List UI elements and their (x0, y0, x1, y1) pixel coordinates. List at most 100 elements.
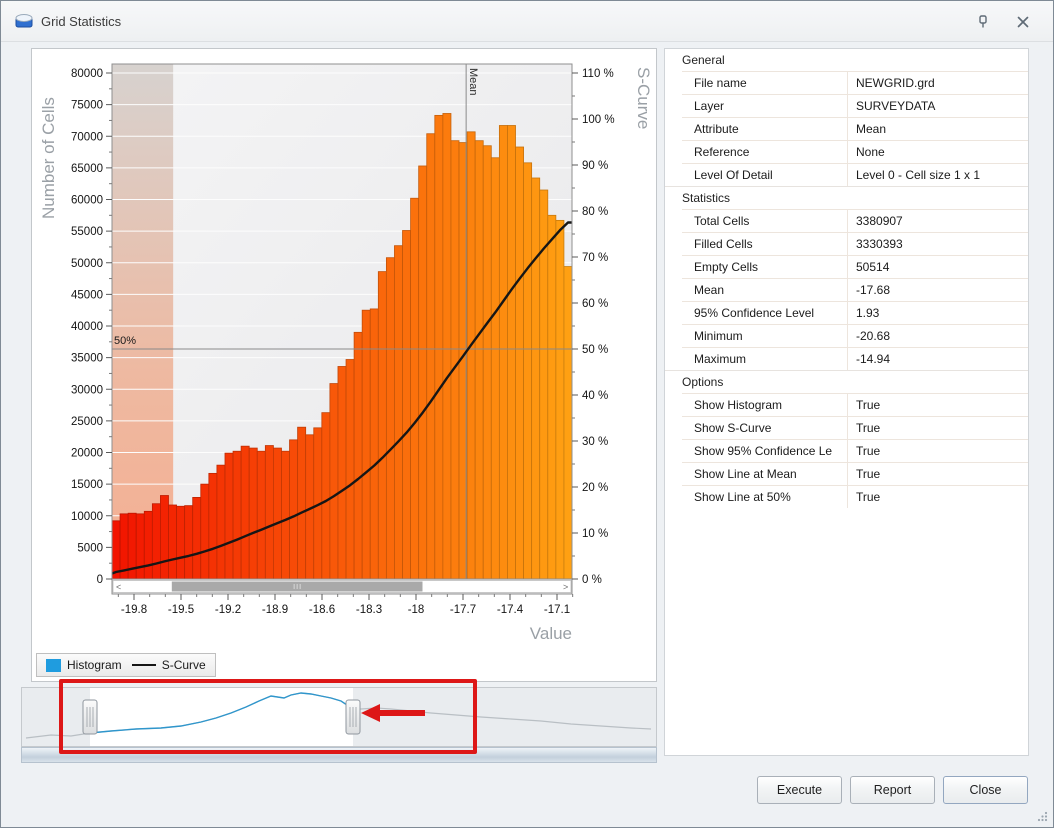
report-button[interactable]: Report (850, 776, 935, 804)
histogram-bar[interactable] (418, 165, 428, 580)
property-row[interactable]: 95% Confidence Level 1.93 (665, 301, 1028, 324)
scroll-right-arrow-icon[interactable]: > (563, 582, 568, 592)
property-value[interactable]: Mean (847, 118, 1028, 140)
navigator-right-handle[interactable] (345, 699, 361, 735)
title-bar[interactable]: Grid Statistics (1, 1, 1053, 42)
histogram-bar[interactable] (143, 510, 153, 580)
pin-icon[interactable] (975, 14, 991, 30)
histogram-bar[interactable] (321, 412, 331, 580)
histogram-bar[interactable] (523, 162, 533, 580)
histogram-bar[interactable] (555, 219, 565, 580)
property-value[interactable]: 50514 (847, 256, 1028, 278)
histogram-bar[interactable] (353, 331, 363, 580)
histogram-bar[interactable] (426, 133, 436, 580)
property-value[interactable]: -20.68 (847, 325, 1028, 347)
property-row[interactable]: Mean -17.68 (665, 278, 1028, 301)
property-row[interactable]: File name NEWGRID.grd (665, 71, 1028, 94)
property-value[interactable]: None (847, 141, 1028, 163)
resize-grip[interactable] (1037, 811, 1048, 822)
histogram-bar[interactable] (563, 266, 573, 580)
histogram-bar[interactable] (450, 140, 460, 580)
property-row[interactable]: Show S-Curve True (665, 416, 1028, 439)
histogram-bar[interactable] (482, 145, 492, 580)
close-button[interactable]: Close (943, 776, 1028, 804)
histogram-bar[interactable] (289, 439, 299, 580)
property-row[interactable]: Empty Cells 50514 (665, 255, 1028, 278)
execute-button[interactable]: Execute (757, 776, 842, 804)
navigator-selection[interactable] (90, 688, 353, 746)
histogram-bar[interactable] (240, 445, 250, 580)
histogram-bar[interactable] (345, 359, 355, 580)
histogram-bar[interactable] (329, 383, 339, 580)
property-value[interactable]: 3330393 (847, 233, 1028, 255)
histogram-bar[interactable] (151, 503, 161, 580)
property-row[interactable]: Reference None (665, 140, 1028, 163)
property-value[interactable]: True (847, 463, 1028, 485)
property-value[interactable]: SURVEYDATA (847, 95, 1028, 117)
close-icon[interactable] (1015, 14, 1031, 30)
property-value[interactable]: NEWGRID.grd (847, 72, 1028, 94)
property-row[interactable]: Minimum -20.68 (665, 324, 1028, 347)
histogram-bar[interactable] (135, 513, 145, 580)
property-value[interactable]: -14.94 (847, 348, 1028, 370)
histogram-bar[interactable] (377, 271, 387, 580)
histogram-bar[interactable] (297, 426, 307, 580)
histogram-bar[interactable] (264, 445, 274, 580)
histogram-bar[interactable] (515, 146, 524, 580)
histogram-bar[interactable] (402, 230, 411, 580)
property-value[interactable]: Level 0 - Cell size 1 x 1 (847, 164, 1028, 186)
property-row[interactable]: Show 95% Confidence Le True (665, 439, 1028, 462)
histogram-bar[interactable] (531, 177, 541, 580)
histogram-bar[interactable] (273, 447, 282, 580)
property-row[interactable]: Maximum -14.94 (665, 347, 1028, 370)
property-row[interactable]: Total Cells 3380907 (665, 209, 1028, 232)
property-value[interactable]: True (847, 440, 1028, 462)
property-row[interactable]: Filled Cells 3330393 (665, 232, 1028, 255)
histogram-bar[interactable] (490, 157, 500, 580)
histogram-bar[interactable] (192, 497, 202, 580)
histogram-bar[interactable] (498, 125, 508, 580)
property-value[interactable]: True (847, 394, 1028, 416)
histogram-bar[interactable] (208, 472, 218, 580)
histogram-bar[interactable] (442, 113, 452, 580)
histogram-bar[interactable] (256, 450, 266, 580)
histogram-bar[interactable] (232, 450, 242, 580)
histogram-bar[interactable] (184, 505, 194, 580)
section-header-general[interactable]: General (665, 49, 1028, 71)
histogram-bar[interactable] (547, 214, 557, 580)
property-value[interactable]: 1.93 (847, 302, 1028, 324)
range-navigator[interactable] (21, 687, 657, 747)
histogram-bar[interactable] (248, 447, 258, 580)
histogram-bar[interactable] (385, 257, 395, 580)
property-row[interactable]: Show Histogram True (665, 393, 1028, 416)
scroll-left-arrow-icon[interactable]: < (116, 582, 121, 592)
property-value[interactable]: True (847, 486, 1028, 508)
histogram-bar[interactable] (224, 452, 234, 580)
navigator-scroll-strip[interactable] (21, 747, 657, 763)
histogram-bar[interactable] (507, 125, 516, 580)
histogram-bar[interactable] (434, 114, 444, 580)
property-row[interactable]: Show Line at Mean True (665, 462, 1028, 485)
histogram-bar[interactable] (281, 450, 290, 580)
histogram-bar[interactable] (394, 245, 403, 580)
property-value[interactable]: 3380907 (847, 210, 1028, 232)
histogram-bar[interactable] (474, 140, 484, 580)
histogram-bar[interactable] (410, 197, 420, 580)
section-header-options[interactable]: Options (665, 370, 1028, 393)
histogram-bar[interactable] (160, 495, 169, 580)
property-row[interactable]: Show Line at 50% True (665, 485, 1028, 508)
histogram-s-curve-chart[interactable]: Mean 50% < >0 5000 10000 15000 20000 25000 30000 3… (32, 49, 658, 683)
property-value[interactable]: -17.68 (847, 279, 1028, 301)
histogram-bar[interactable] (466, 131, 476, 580)
section-header-statistics[interactable]: Statistics (665, 186, 1028, 209)
histogram-bar[interactable] (176, 505, 186, 580)
navigator-left-handle[interactable] (82, 699, 98, 735)
histogram-bar[interactable] (216, 464, 226, 580)
histogram-bar[interactable] (337, 366, 347, 580)
property-value[interactable]: True (847, 417, 1028, 439)
histogram-bar[interactable] (361, 309, 371, 580)
property-row[interactable]: Attribute Mean (665, 117, 1028, 140)
property-row[interactable]: Layer SURVEYDATA (665, 94, 1028, 117)
histogram-bar[interactable] (168, 504, 177, 580)
property-row[interactable]: Level Of Detail Level 0 - Cell size 1 x 1 (665, 163, 1028, 186)
